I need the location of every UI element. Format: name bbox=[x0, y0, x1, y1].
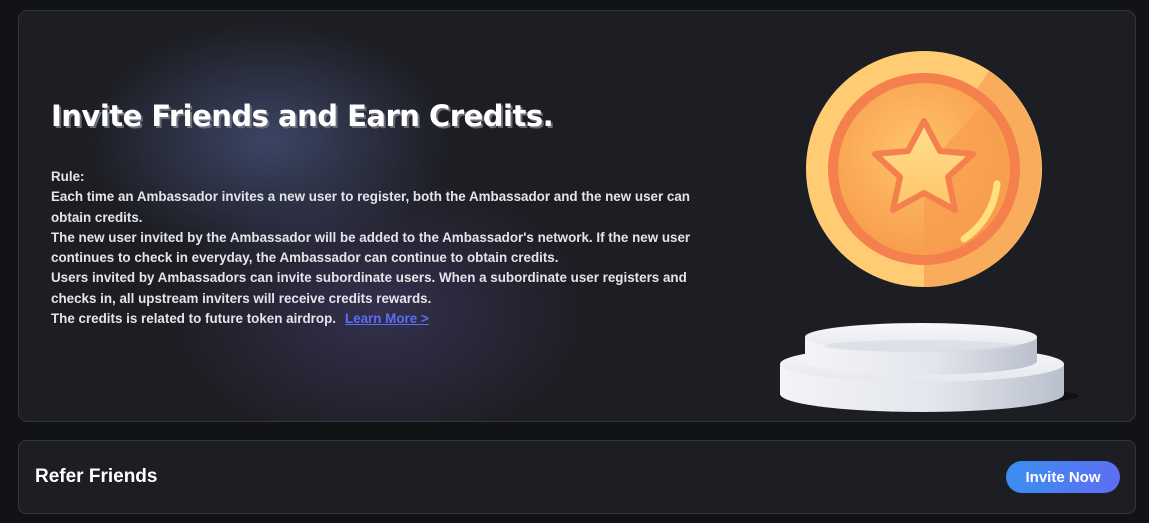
rule-item: Each time an Ambassador invites a new us… bbox=[51, 189, 690, 225]
invite-now-button[interactable]: Invite Now bbox=[1006, 461, 1120, 493]
rule-item-text: The credits is related to future token a… bbox=[51, 311, 336, 327]
rule-label: Rule: bbox=[51, 169, 85, 184]
rule-item: The new user invited by the Ambassador w… bbox=[51, 229, 691, 266]
hero-title: Invite Friends and Earn Credits. bbox=[51, 99, 554, 133]
star-coin-on-podium-icon bbox=[779, 51, 1079, 412]
rule-item: Users invited by Ambassadors can invite … bbox=[51, 270, 687, 306]
learn-more-link[interactable]: Learn More > bbox=[345, 311, 429, 326]
rules-section: Rule: Each time an Ambassador invites a … bbox=[51, 167, 691, 329]
refer-friends-panel: Refer Friends Invite Now bbox=[18, 440, 1136, 514]
rule-item-last: The credits is related to future token a… bbox=[51, 309, 691, 329]
hero-banner: Invite Friends and Earn Credits. Rule: E… bbox=[18, 10, 1136, 422]
refer-friends-title: Refer Friends bbox=[35, 466, 158, 487]
